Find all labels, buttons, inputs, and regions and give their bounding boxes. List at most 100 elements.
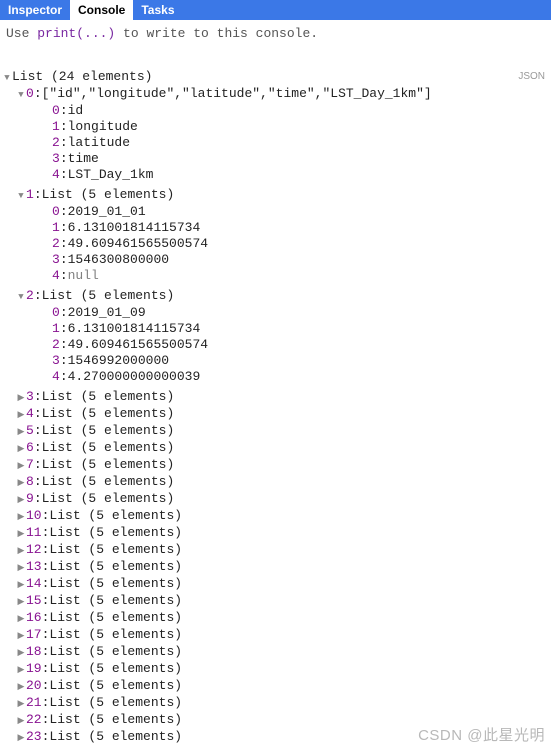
item-key: 1 — [26, 187, 34, 203]
child-value: 1546992000000 — [68, 353, 169, 369]
child-key: 4 — [52, 268, 60, 284]
chevron-right-icon[interactable]: ▶ — [16, 645, 26, 661]
chevron-right-icon[interactable]: ▶ — [16, 407, 26, 423]
list-item: 3: 1546992000000 — [2, 353, 549, 369]
item-header: List (5 elements) — [49, 593, 182, 609]
chevron-down-icon[interactable]: ▼ — [16, 289, 26, 305]
tab-tasks[interactable]: Tasks — [133, 0, 182, 20]
list-item[interactable]: ▼ 2: List (5 elements) — [2, 288, 549, 305]
item-header: List (5 elements) — [49, 644, 182, 660]
list-item: 4: LST_Day_1km — [2, 167, 549, 183]
child-key: 0 — [52, 204, 60, 220]
item-header: List (5 elements) — [49, 712, 182, 728]
list-item[interactable]: ▶5: List (5 elements) — [2, 423, 549, 440]
item-key: 4 — [26, 406, 34, 422]
chevron-right-icon[interactable]: ▶ — [16, 458, 26, 474]
item-header: List (5 elements) — [49, 610, 182, 626]
item-key: 11 — [26, 525, 42, 541]
chevron-right-icon[interactable]: ▶ — [16, 492, 26, 508]
child-value: longitude — [68, 119, 138, 135]
child-key: 2 — [52, 135, 60, 151]
child-value: 49.609461565500574 — [68, 236, 208, 252]
child-value: null — [68, 268, 99, 284]
item-header: List (5 elements) — [49, 542, 182, 558]
tab-console[interactable]: Console — [70, 0, 133, 20]
chevron-down-icon[interactable]: ▼ — [16, 188, 26, 204]
chevron-right-icon[interactable]: ▶ — [16, 475, 26, 491]
list-item[interactable]: ▼ 0: ["id","longitude","latitude","time"… — [2, 86, 549, 103]
list-item: 1: 6.131001814115734 — [2, 321, 549, 337]
list-item[interactable]: ▶20: List (5 elements) — [2, 678, 549, 695]
list-item[interactable]: ▶12: List (5 elements) — [2, 542, 549, 559]
chevron-right-icon[interactable]: ▶ — [16, 730, 26, 746]
list-item[interactable]: ▼ 1: List (5 elements) — [2, 187, 549, 204]
item-key: 18 — [26, 644, 42, 660]
list-item[interactable]: ▶19: List (5 elements) — [2, 661, 549, 678]
item-key: 9 — [26, 491, 34, 507]
chevron-right-icon[interactable]: ▶ — [16, 543, 26, 559]
item-header: List (5 elements) — [42, 491, 175, 507]
child-key: 4 — [52, 369, 60, 385]
list-item: 3: 1546300800000 — [2, 252, 549, 268]
chevron-right-icon[interactable]: ▶ — [16, 611, 26, 627]
list-item[interactable]: ▶4: List (5 elements) — [2, 406, 549, 423]
tab-inspector[interactable]: Inspector — [0, 0, 70, 20]
chevron-right-icon[interactable]: ▶ — [16, 509, 26, 525]
item-key: 14 — [26, 576, 42, 592]
item-header: List (5 elements) — [49, 508, 182, 524]
list-item[interactable]: ▶16: List (5 elements) — [2, 610, 549, 627]
chevron-down-icon[interactable]: ▼ — [16, 87, 26, 103]
list-item[interactable]: ▶9: List (5 elements) — [2, 491, 549, 508]
chevron-right-icon[interactable]: ▶ — [16, 424, 26, 440]
item-header: List (5 elements) — [49, 525, 182, 541]
list-item[interactable]: ▶13: List (5 elements) — [2, 559, 549, 576]
chevron-down-icon[interactable]: ▼ — [2, 70, 12, 86]
root-label: List (24 elements) — [12, 69, 152, 85]
json-badge[interactable]: JSON — [518, 69, 545, 85]
chevron-right-icon[interactable]: ▶ — [16, 679, 26, 695]
list-item[interactable]: ▶10: List (5 elements) — [2, 508, 549, 525]
list-item: 4: null — [2, 268, 549, 284]
chevron-right-icon[interactable]: ▶ — [16, 594, 26, 610]
chevron-right-icon[interactable]: ▶ — [16, 628, 26, 644]
list-item[interactable]: ▶17: List (5 elements) — [2, 627, 549, 644]
list-item[interactable]: ▶7: List (5 elements) — [2, 457, 549, 474]
item-header: List (5 elements) — [42, 406, 175, 422]
chevron-right-icon[interactable]: ▶ — [16, 560, 26, 576]
root-row[interactable]: ▼ List (24 elements) JSON — [2, 69, 549, 86]
item-key: 7 — [26, 457, 34, 473]
chevron-right-icon[interactable]: ▶ — [16, 713, 26, 729]
list-item[interactable]: ▶18: List (5 elements) — [2, 644, 549, 661]
chevron-right-icon[interactable]: ▶ — [16, 441, 26, 457]
item-header: ["id","longitude","latitude","time","LST… — [42, 86, 432, 102]
hint-prefix: Use — [6, 26, 37, 41]
list-item[interactable]: ▶14: List (5 elements) — [2, 576, 549, 593]
child-value: 1546300800000 — [68, 252, 169, 268]
chevron-right-icon[interactable]: ▶ — [16, 696, 26, 712]
chevron-right-icon[interactable]: ▶ — [16, 577, 26, 593]
list-item[interactable]: ▶8: List (5 elements) — [2, 474, 549, 491]
child-value: 6.131001814115734 — [68, 220, 201, 236]
item-key: 6 — [26, 440, 34, 456]
item-key: 13 — [26, 559, 42, 575]
list-item: 1: 6.131001814115734 — [2, 220, 549, 236]
list-item[interactable]: ▶3: List (5 elements) — [2, 389, 549, 406]
item-header: List (5 elements) — [42, 423, 175, 439]
list-item: 0: 2019_01_01 — [2, 204, 549, 220]
item-header: List (5 elements) — [49, 559, 182, 575]
item-key: 10 — [26, 508, 42, 524]
chevron-right-icon[interactable]: ▶ — [16, 526, 26, 542]
item-key: 22 — [26, 712, 42, 728]
list-item[interactable]: ▶15: List (5 elements) — [2, 593, 549, 610]
child-key: 3 — [52, 353, 60, 369]
list-item: 4: 4.270000000000039 — [2, 369, 549, 385]
chevron-right-icon[interactable]: ▶ — [16, 390, 26, 406]
item-header: List (5 elements) — [42, 389, 175, 405]
item-header: List (5 elements) — [49, 661, 182, 677]
item-key: 3 — [26, 389, 34, 405]
list-item[interactable]: ▶6: List (5 elements) — [2, 440, 549, 457]
list-item[interactable]: ▶21: List (5 elements) — [2, 695, 549, 712]
list-item[interactable]: ▶11: List (5 elements) — [2, 525, 549, 542]
chevron-right-icon[interactable]: ▶ — [16, 662, 26, 678]
item-key: 16 — [26, 610, 42, 626]
